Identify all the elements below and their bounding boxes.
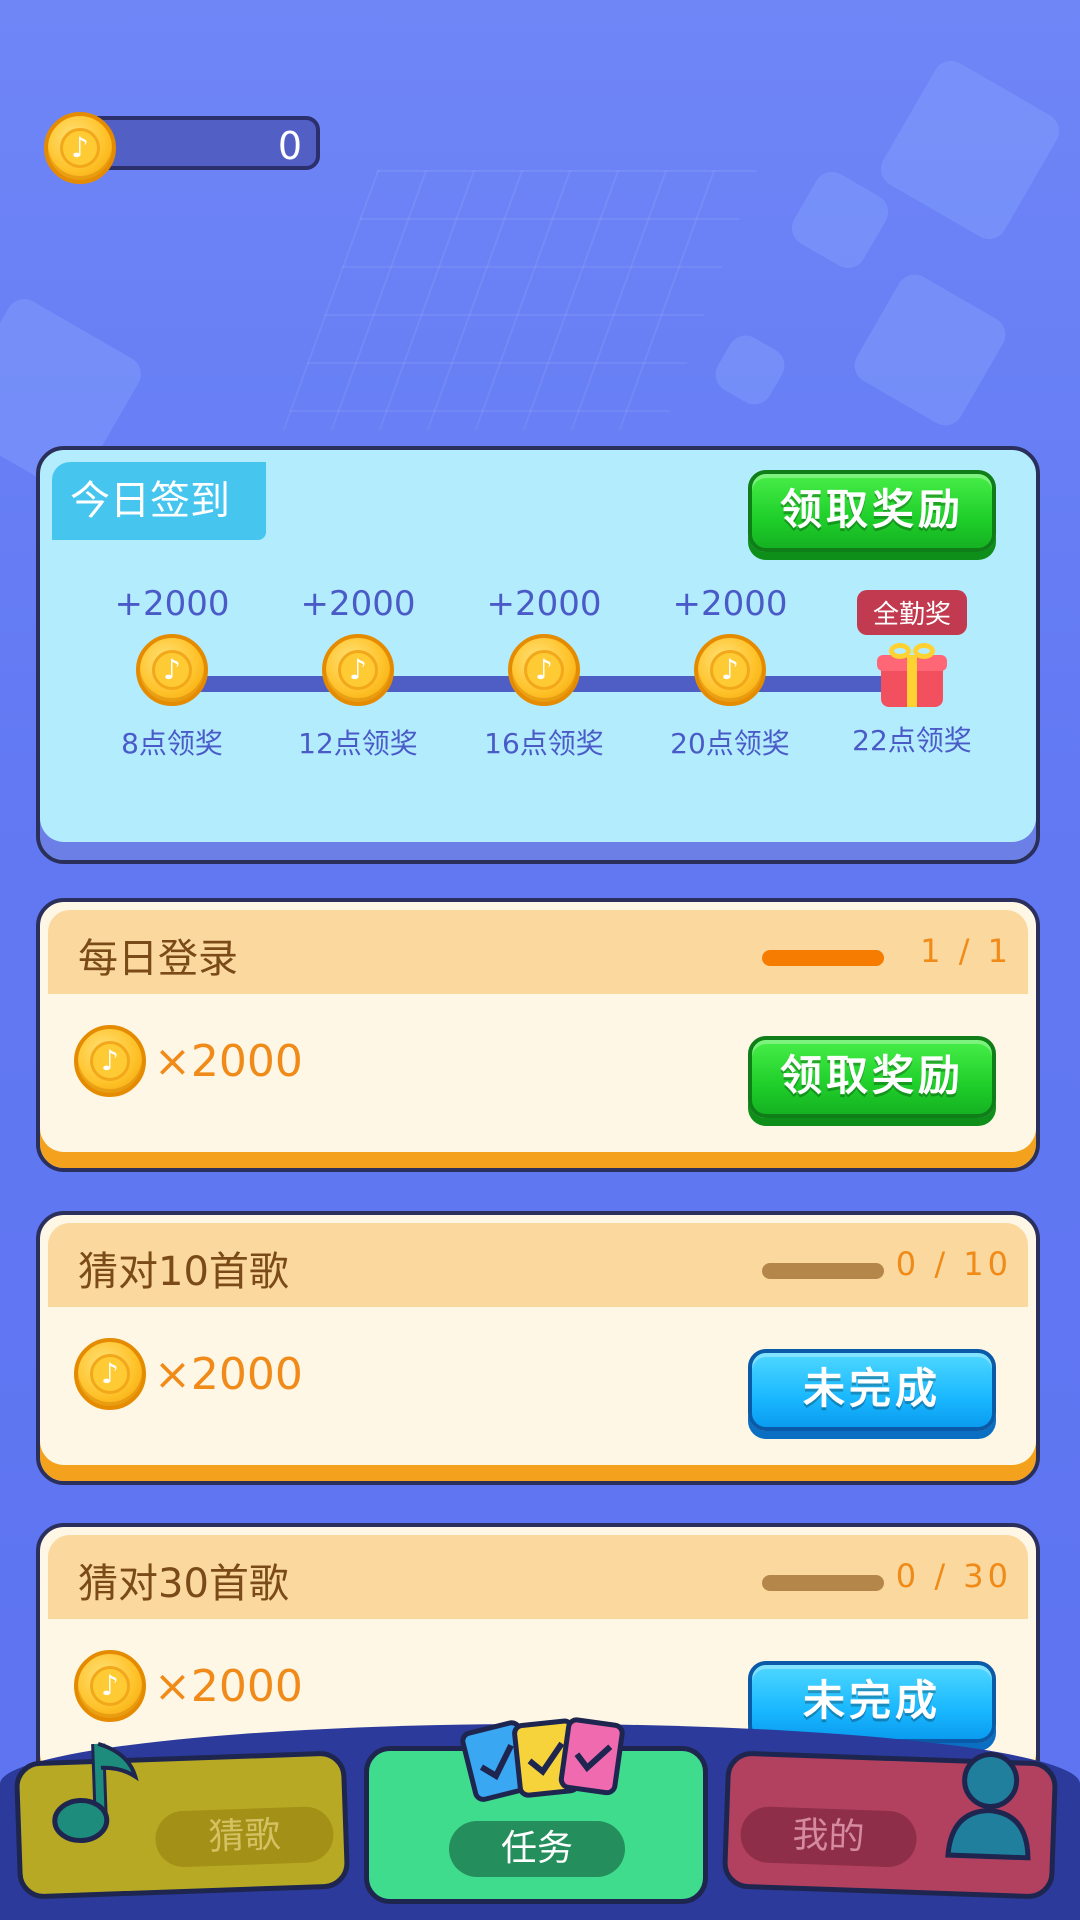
coin-icon: ♪ [74,1650,146,1722]
task-card: 每日登录 1 / 1 ♪ ×2000 领取奖励 [36,898,1040,1172]
clipboard-icon [460,1717,625,1802]
task-claim-button[interactable]: 领取奖励 [748,1036,996,1118]
signin-step-time: 16点领奖 [484,727,604,760]
task-reward-amount: ×2000 [154,1035,303,1087]
signin-step-time: 8点领奖 [121,727,223,760]
full-attendance-badge: 全勤奖 [856,590,967,635]
task-header: 猜对10首歌 0 / 10 [48,1223,1028,1307]
task-title: 猜对30首歌 [78,1561,289,1607]
signin-step-time: 20点领奖 [670,727,790,760]
music-note-icon [52,1741,139,1844]
background-cube [848,268,1012,432]
signin-claim-button[interactable]: 领取奖励 [748,470,996,552]
task-header: 每日登录 1 / 1 [48,910,1028,994]
signin-step-time: 12点领奖 [298,727,418,760]
signin-step-amount: +2000 [114,584,230,624]
coin-icon: ♪ [694,634,766,706]
coin-balance-value: 0 [277,124,302,168]
coin-icon: ♪ [508,634,580,706]
task-reward-amount: ×2000 [154,1660,303,1712]
signin-step-amount: +2000 [486,584,602,624]
coin-balance: 0 ♪ [44,112,320,184]
signin-step[interactable]: +2000 ♪ 16点领奖 [464,584,624,762]
signin-step-time: 22点领奖 [852,724,972,757]
coin-icon: ♪ [136,634,208,706]
coin-icon: ♪ [74,1338,146,1410]
signin-step-amount: +2000 [672,584,788,624]
coin-icon: ♪ [74,1025,146,1097]
task-progress-count: 0 / 30 [895,1557,1012,1595]
signin-step[interactable]: +2000 ♪ 20点领奖 [650,584,810,762]
task-reward: ♪ ×2000 [74,1337,303,1411]
background-cube [874,54,1066,246]
task-progress-bar [762,950,884,966]
nav-tab-mine[interactable]: 我的 [721,1750,1059,1900]
nav-label: 任务 [449,1821,625,1877]
nav-label: 猜歌 [154,1805,335,1868]
task-reward: ♪ ×2000 [74,1024,303,1098]
signin-step[interactable]: +2000 ♪ 12点领奖 [278,584,438,762]
signin-step-full-attendance[interactable]: 全勤奖 22点领奖 [832,590,992,759]
background-cube [709,329,791,411]
coin-icon: ♪ [44,112,116,184]
task-progress-bar [762,1263,884,1279]
task-header: 猜对30首歌 0 / 30 [48,1535,1028,1619]
background-grid [282,170,758,430]
task-title: 每日登录 [78,936,238,982]
task-progress-count: 0 / 10 [895,1245,1012,1283]
task-card: 猜对10首歌 0 / 10 ♪ ×2000 未完成 [36,1211,1040,1485]
task-reward-amount: ×2000 [154,1348,303,1400]
person-icon [945,1751,1031,1861]
task-incomplete-button[interactable]: 未完成 [748,1349,996,1431]
nav-tab-guess-song[interactable]: 猜歌 [13,1741,351,1900]
signin-step-amount: +2000 [300,584,416,624]
task-reward: ♪ ×2000 [74,1649,303,1723]
signin-step[interactable]: +2000 ♪ 8点领奖 [92,584,252,762]
nav-tab-tasks[interactable]: 任务 [364,1717,708,1904]
nav-label: 我的 [739,1805,918,1868]
signin-title: 今日签到 [52,462,266,540]
task-title: 猜对10首歌 [78,1249,289,1295]
gift-icon [877,643,947,707]
task-progress-bar [762,1575,884,1591]
task-progress-count: 1 / 1 [920,932,1012,970]
coin-icon: ♪ [322,634,394,706]
background-cube [785,165,895,275]
